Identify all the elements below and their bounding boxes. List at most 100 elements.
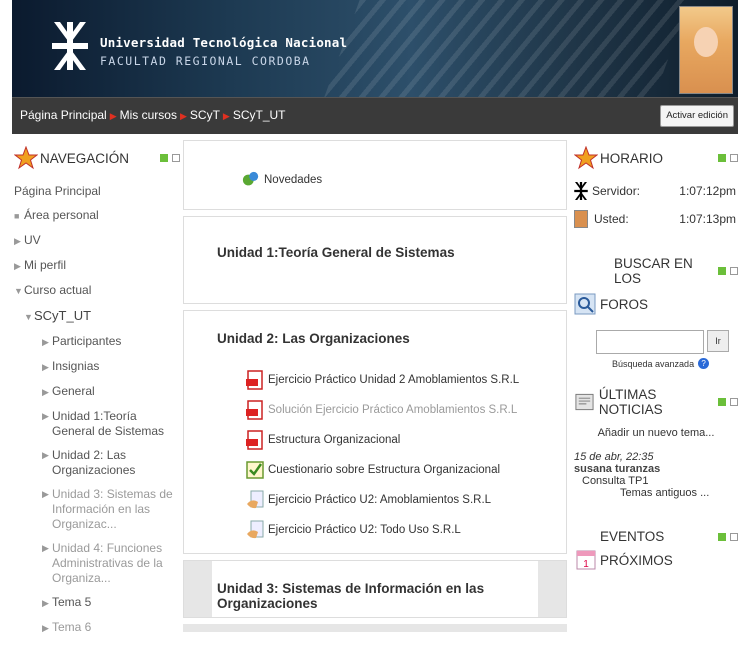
collapse-arrow-icon: ▼ xyxy=(24,312,33,322)
forum-search-block: BUSCAR EN LOS FOROS Ir Búsqueda avanzada… xyxy=(574,256,738,369)
breadcrumb-separator-icon: ▶ xyxy=(179,111,187,121)
activity-link[interactable]: Cuestionario sobre Estructura Organizaci… xyxy=(246,455,519,485)
forum-news-link[interactable]: Novedades xyxy=(242,165,322,195)
nav-item-home[interactable]: Página Principal xyxy=(14,184,180,199)
nav-item-course[interactable]: ▼SCyT_UT xyxy=(24,308,180,325)
news-date: 15 de abr, 22:35 xyxy=(574,451,654,463)
forum-search-input[interactable] xyxy=(596,330,704,354)
expand-arrow-icon: ▶ xyxy=(42,362,49,372)
faculty-name: FACULTAD REGIONAL CORDOBA xyxy=(100,54,311,68)
activity-link[interactable]: Estructura Organizacional xyxy=(246,425,519,455)
nav-course-item[interactable]: ▶ Unidad 3: Sistemas de Información en la… xyxy=(42,487,180,532)
expand-arrow-icon: ▶ xyxy=(42,411,49,421)
university-name: Universidad Tecnológica Nacional xyxy=(100,35,348,50)
older-topics-link[interactable]: Temas antiguos ... xyxy=(620,487,738,499)
site-header: Universidad Tecnológica Nacional FACULTA… xyxy=(12,0,738,97)
unit2-title: Unidad 2: Las Organizaciones xyxy=(217,331,410,346)
schedule-title: HORARIO xyxy=(600,150,664,166)
search-icon xyxy=(574,293,596,315)
forum-search-button[interactable]: Ir xyxy=(707,330,729,352)
nav-course-item[interactable]: ▶ Insignias xyxy=(42,359,180,375)
unit2-section: Unidad 2: Las Organizaciones Ejercicio P… xyxy=(183,310,567,554)
hide-block-icon[interactable] xyxy=(730,398,738,406)
nav-course-item[interactable]: ▶ Unidad 4: Funciones Administrativas de … xyxy=(42,541,180,586)
nav-course-item[interactable]: ▶ Participantes xyxy=(42,334,180,350)
nav-item-current-course[interactable]: ▼Curso actual xyxy=(14,283,180,299)
activity-link[interactable]: Ejercicio Práctico U2: Amoblamientos S.R… xyxy=(246,485,519,515)
bullet-icon: ■ xyxy=(14,211,20,221)
expand-arrow-icon: ▶ xyxy=(42,598,49,608)
unit3-section: Unidad 3: Sistemas de Información en las… xyxy=(183,560,567,618)
breadcrumb-separator-icon: ▶ xyxy=(109,111,117,121)
navigation-title: NAVEGACIÓN xyxy=(40,150,130,166)
breadcrumb-home[interactable]: Página Principal xyxy=(20,108,107,122)
dock-block-icon[interactable] xyxy=(160,154,168,162)
breadcrumb-my-courses[interactable]: Mis cursos xyxy=(120,108,177,122)
latest-news-title: ÚLTIMAS NOTICIAS xyxy=(598,387,663,417)
activity-link[interactable]: Ejercicio Práctico U2: Todo Uso S.R.L xyxy=(246,515,519,545)
upcoming-events-block: EVENTOS 1 PRÓXIMOS xyxy=(574,529,738,572)
nav-course-item[interactable]: ▶ Unidad 1:Teoría General de Sistemas xyxy=(42,409,180,439)
events-title-line1: EVENTOS xyxy=(600,529,665,544)
forum-search-title-line2: FOROS xyxy=(600,296,649,312)
navigation-block: NAVEGACIÓN Página Principal ■ Área person… xyxy=(14,140,180,645)
breadcrumb: Página Principal ▶ Mis cursos ▶ SCyT ▶ SCyT_UT xyxy=(20,108,286,122)
pdf-icon xyxy=(246,370,263,390)
news-subject-link[interactable]: Consulta TP1 xyxy=(582,475,738,487)
nav-item-uv[interactable]: ▶ UV xyxy=(14,233,180,249)
nav-item-profile[interactable]: ▶ Mi perfil xyxy=(14,258,180,274)
turn-editing-on-button[interactable]: Activar edición xyxy=(660,105,734,127)
server-time-row: Servidor: 1:07:12pm xyxy=(574,182,738,200)
hide-block-icon[interactable] xyxy=(730,267,738,275)
nav-course-item[interactable]: ▶ Tema 5 xyxy=(42,595,180,611)
expand-arrow-icon: ▶ xyxy=(42,623,49,633)
next-section-edge xyxy=(183,624,567,632)
breadcrumb-separator-icon: ▶ xyxy=(222,111,230,121)
nav-course-item[interactable]: ▶ Unidad 2: Las Organizaciones xyxy=(42,448,180,478)
activity-link[interactable]: Solución Ejercicio Práctico Amoblamiento… xyxy=(246,395,519,425)
general-section: Novedades xyxy=(183,140,567,210)
add-topic-link[interactable]: Añadir un nuevo tema... xyxy=(574,427,738,439)
forum-search-form: Ir xyxy=(596,330,738,354)
dock-block-icon[interactable] xyxy=(718,532,726,541)
breadcrumb-category[interactable]: SCyT xyxy=(190,108,220,122)
events-title-line2: PRÓXIMOS xyxy=(600,552,673,568)
utn-logo-icon xyxy=(574,182,588,200)
forum-search-title-line1: BUSCAR EN LOS xyxy=(614,256,693,286)
user-time-row: Usted: 1:07:13pm xyxy=(574,210,738,228)
dock-block-icon[interactable] xyxy=(718,154,726,162)
hide-block-icon[interactable] xyxy=(730,532,738,541)
nav-course-item[interactable]: ▶ General xyxy=(42,384,180,400)
user-avatar-icon xyxy=(574,210,588,228)
dock-block-icon[interactable] xyxy=(718,267,726,275)
expand-arrow-icon: ▶ xyxy=(42,543,49,553)
expand-arrow-icon: ▶ xyxy=(14,261,21,271)
activity-link[interactable]: Ejercicio Práctico Unidad 2 Amoblamiento… xyxy=(246,365,519,395)
svg-text:1: 1 xyxy=(583,559,589,570)
course-content: Novedades Unidad 1:Teoría General de Sis… xyxy=(183,140,567,632)
unit3-title: Unidad 3: Sistemas de Información en las… xyxy=(217,581,485,611)
help-icon[interactable]: ? xyxy=(698,358,710,369)
navigation-bar: Página Principal ▶ Mis cursos ▶ SCyT ▶ SCyT_UT… xyxy=(12,97,738,134)
expand-arrow-icon: ▶ xyxy=(42,387,49,397)
assignment-icon xyxy=(247,520,264,539)
pdf-icon xyxy=(246,430,263,450)
unit1-title: Unidad 1:Teoría General de Sistemas xyxy=(217,245,455,260)
advanced-search-link[interactable]: Búsqueda avanzada ? xyxy=(612,358,738,369)
nav-item-personal-area[interactable]: ■ Área personal xyxy=(14,208,180,224)
dock-block-icon[interactable] xyxy=(718,398,726,406)
pdf-icon xyxy=(246,400,263,420)
expand-arrow-icon: ▶ xyxy=(42,450,49,460)
collapse-arrow-icon: ▼ xyxy=(14,286,23,296)
star-icon xyxy=(574,146,598,170)
hide-block-icon[interactable] xyxy=(172,154,180,162)
quiz-icon xyxy=(246,461,264,479)
expand-arrow-icon: ▶ xyxy=(42,337,49,347)
user-avatar[interactable] xyxy=(679,6,733,94)
breadcrumb-course[interactable]: SCyT_UT xyxy=(233,108,286,122)
nav-course-item[interactable]: ▶ Tema 6 xyxy=(42,620,180,636)
hide-block-icon[interactable] xyxy=(730,154,738,162)
utn-logo-icon xyxy=(52,22,88,70)
unit1-section: Unidad 1:Teoría General de Sistemas xyxy=(183,216,567,304)
latest-news-block: ÚLTIMAS NOTICIAS Añadir un nuevo tema...… xyxy=(574,387,738,499)
